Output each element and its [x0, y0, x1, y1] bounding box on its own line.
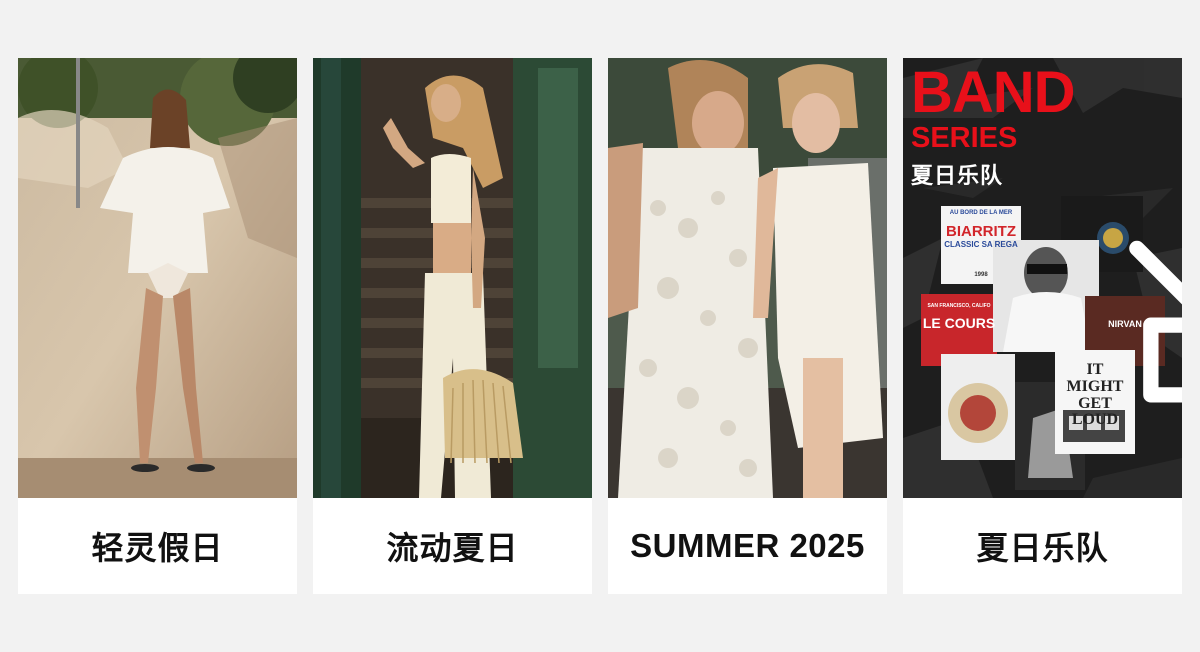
shirt-lecour-print: LE COURS [922, 315, 996, 331]
band-title-line1: BAND [911, 60, 1076, 125]
photo-summer-2025-image [608, 58, 887, 498]
speaker-muted-icon[interactable] [1109, 140, 1182, 403]
collection-card-flowing-summer[interactable]: 流动夏日 [313, 58, 592, 594]
photo-summer-band[interactable]: BAND SERIES 夏日乐队 AU BORD DE LA MER BIARR… [903, 58, 1182, 498]
caption-light-holiday[interactable]: 轻灵假日 [18, 498, 297, 594]
caption-summer-band[interactable]: 夏日乐队 [903, 498, 1182, 594]
shirt-loud-print: IT MIGHT GET LOUD [1066, 361, 1124, 429]
shirt-lecour-top: SAN FRANCISCO, CALIFO [927, 303, 991, 309]
shirt-biarritz-print: BIARRITZ [946, 223, 1016, 240]
photo-light-holiday-image [18, 58, 297, 498]
shirt-biarritz-top: AU BORD DE LA MER [949, 210, 1013, 216]
band-title-line2: SERIES [911, 122, 1018, 154]
caption-summer-2025[interactable]: SUMMER 2025 [608, 498, 887, 594]
photo-flowing-summer[interactable] [313, 58, 592, 498]
collection-grid: 轻灵假日 流动夏日 SUMMER 2025 BAND SERIES 夏日乐队 A… [18, 58, 1182, 594]
band-series-title: BAND SERIES [911, 60, 1076, 154]
shirt-nirvana-print: NIRVAN [1108, 319, 1142, 329]
collection-card-summer-2025[interactable]: SUMMER 2025 [608, 58, 887, 594]
photo-flowing-summer-image [313, 58, 592, 498]
band-series-subtitle: 夏日乐队 [911, 163, 1004, 188]
photo-light-holiday[interactable] [18, 58, 297, 498]
collection-card-summer-band[interactable]: BAND SERIES 夏日乐队 AU BORD DE LA MER BIARR… [903, 58, 1182, 594]
shirt-biarritz-year: 1998 [974, 272, 988, 278]
caption-flowing-summer[interactable]: 流动夏日 [313, 498, 592, 594]
shirt-biarritz-sub: CLASSIC SA REGA [944, 240, 1018, 249]
collection-card-light-holiday[interactable]: 轻灵假日 [18, 58, 297, 594]
photo-summer-2025[interactable] [608, 58, 887, 498]
